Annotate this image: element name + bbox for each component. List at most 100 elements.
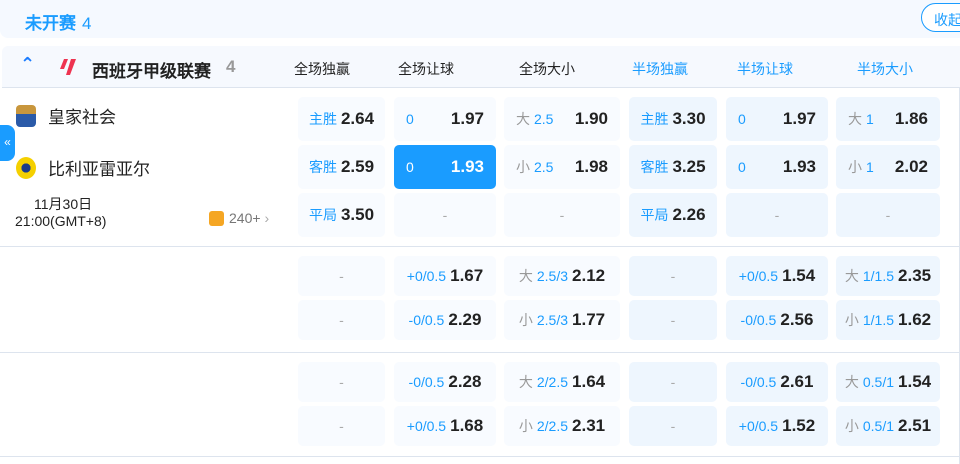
odds-value: 1.64 xyxy=(572,372,606,391)
odds-value: 1.68 xyxy=(450,416,484,435)
odds-line: 2.5/3 xyxy=(536,312,569,328)
odds-side: 小 xyxy=(516,159,530,175)
team-crest-icon xyxy=(16,156,36,179)
empty-odds: - xyxy=(885,207,891,223)
column-header-tab[interactable]: 半场让球 xyxy=(737,59,793,79)
odds-side: 大 xyxy=(848,111,862,127)
empty-odds: - xyxy=(339,268,344,284)
odds-cell[interactable]: +0/0.5 1.54 xyxy=(726,256,828,296)
odds-line: 2/2.5 xyxy=(536,374,569,390)
markets-icon xyxy=(209,210,224,226)
odds-cell[interactable]: +0/0.5 1.68 xyxy=(394,406,496,446)
odds-value: 2.35 xyxy=(898,266,932,285)
odds-cell[interactable]: 小 0.5/1 2.51 xyxy=(836,406,940,446)
odds-value: 2.12 xyxy=(572,266,606,285)
odds-line: 2.5/3 xyxy=(536,268,569,284)
odds-cell[interactable]: 小 1/1.5 1.62 xyxy=(836,300,940,340)
empty-odds: - xyxy=(559,207,565,223)
odds-line: 0.5/1 xyxy=(862,374,895,390)
odds-line: -0/0.5 xyxy=(740,312,777,328)
odds-line: 1 xyxy=(866,159,874,175)
odds-cell[interactable]: 小 2/2.5 2.31 xyxy=(504,406,620,446)
odds-cell[interactable]: 客胜 2.59 xyxy=(298,145,385,189)
odds-side: 大 xyxy=(844,268,859,284)
odds-cell[interactable]: +0/0.5 1.52 xyxy=(726,406,828,446)
odds-value: 1.67 xyxy=(450,266,484,285)
odds-cell[interactable]: 小 1 2.02 xyxy=(836,145,940,189)
odds-cell[interactable]: 主胜 3.30 xyxy=(629,97,717,141)
odds-side: 大 xyxy=(518,374,533,390)
odds-cell[interactable]: 0 1.93 xyxy=(726,145,828,189)
column-header-tab[interactable]: 半场独赢 xyxy=(632,59,688,79)
column-header: 全场大小 xyxy=(519,61,575,77)
odds-cell[interactable]: 0 1.97 xyxy=(394,97,496,141)
section-title[interactable]: 未开赛 4 xyxy=(25,9,91,34)
odds-value: 1.62 xyxy=(898,310,932,329)
chevron-up-icon[interactable]: ⌃ xyxy=(20,54,35,75)
odds-cell[interactable]: 大 2/2.5 1.64 xyxy=(504,362,620,402)
odds-cell[interactable]: 平局 2.26 xyxy=(629,193,717,237)
odds-cell[interactable]: -0/0.5 2.61 xyxy=(726,362,828,402)
odds-cell[interactable]: 小 2.5/3 1.77 xyxy=(504,300,620,340)
odds-line: 2.5 xyxy=(534,111,554,127)
section-header: 未开赛 4 收起 xyxy=(0,0,960,38)
column-header: 全场让球 xyxy=(398,61,454,77)
odds-cell[interactable]: 主胜 2.64 xyxy=(298,97,385,141)
empty-odds: - xyxy=(774,207,780,223)
league-count: 4 xyxy=(226,57,236,76)
odds-side: 大 xyxy=(516,111,530,127)
more-markets-link[interactable]: 240+ › xyxy=(209,210,269,226)
odds-value: 2.51 xyxy=(898,416,932,435)
odds-cell[interactable]: 大 1 1.86 xyxy=(836,97,940,141)
odds-cell[interactable]: 大 2.5/3 2.12 xyxy=(504,256,620,296)
odds-value: 2.28 xyxy=(448,372,482,391)
odds-cell[interactable]: 0 1.97 xyxy=(726,97,828,141)
odds-cell: - xyxy=(629,362,717,402)
odds-side: 小 xyxy=(848,159,862,175)
odds-cell: - xyxy=(504,193,620,237)
empty-odds: - xyxy=(670,374,676,390)
odds-line: 0 xyxy=(738,159,746,175)
odds-cell: - xyxy=(629,300,717,340)
odds-cell: - xyxy=(629,406,717,446)
laliga-logo-icon xyxy=(60,59,76,75)
divider xyxy=(0,456,960,457)
odds-cell: - xyxy=(298,256,385,296)
odds-value: 2.31 xyxy=(572,416,606,435)
collapse-button[interactable]: 收起 xyxy=(921,3,960,32)
away-team[interactable]: 比利亚雷亚尔 xyxy=(16,155,150,180)
odds-line: +0/0.5 xyxy=(738,268,779,284)
empty-odds: - xyxy=(670,268,676,284)
odds-value: 3.25 xyxy=(672,157,706,176)
odds-cell[interactable]: 大 1/1.5 2.35 xyxy=(836,256,940,296)
odds-cell[interactable]: 客胜 3.25 xyxy=(629,145,717,189)
odds-line: 主胜 xyxy=(308,111,337,127)
home-team-name: 皇家社会 xyxy=(48,108,116,127)
empty-odds: - xyxy=(442,207,448,223)
league-header[interactable]: ⌃ 西班牙甲级联赛 4 全场独赢 全场让球 全场大小 半场独赢 半场让球 半场大… xyxy=(2,46,960,88)
odds-line: -0/0.5 xyxy=(408,374,445,390)
column-header-tab[interactable]: 半场大小 xyxy=(857,59,913,79)
odds-cell[interactable]: +0/0.5 1.67 xyxy=(394,256,496,296)
odds-cell: - xyxy=(629,256,717,296)
odds-cell[interactable]: -0/0.5 2.28 xyxy=(394,362,496,402)
chevron-right-icon: › xyxy=(264,210,270,226)
odds-cell[interactable]: 0 1.93 xyxy=(394,145,496,189)
odds-cell[interactable]: -0/0.5 2.56 xyxy=(726,300,828,340)
expand-sidebar-button[interactable]: « xyxy=(0,125,15,161)
odds-side: 小 xyxy=(844,418,859,434)
odds-cell[interactable]: 小 2.5 1.98 xyxy=(504,145,620,189)
odds-line: 1/1.5 xyxy=(862,312,895,328)
odds-value: 1.54 xyxy=(782,266,816,285)
odds-cell[interactable]: -0/0.5 2.29 xyxy=(394,300,496,340)
odds-line: 主胜 xyxy=(640,111,669,127)
odds-cell[interactable]: 平局 3.50 xyxy=(298,193,385,237)
odds-cell[interactable]: 大 0.5/1 1.54 xyxy=(836,362,940,402)
empty-odds: - xyxy=(339,312,344,328)
odds-cell[interactable]: 大 2.5 1.90 xyxy=(504,97,620,141)
odds-value: 1.54 xyxy=(898,372,932,391)
odds-line: 0 xyxy=(738,111,746,127)
empty-odds: - xyxy=(670,312,676,328)
home-team[interactable]: 皇家社会 xyxy=(16,103,116,128)
odds-cell: - xyxy=(298,362,385,402)
